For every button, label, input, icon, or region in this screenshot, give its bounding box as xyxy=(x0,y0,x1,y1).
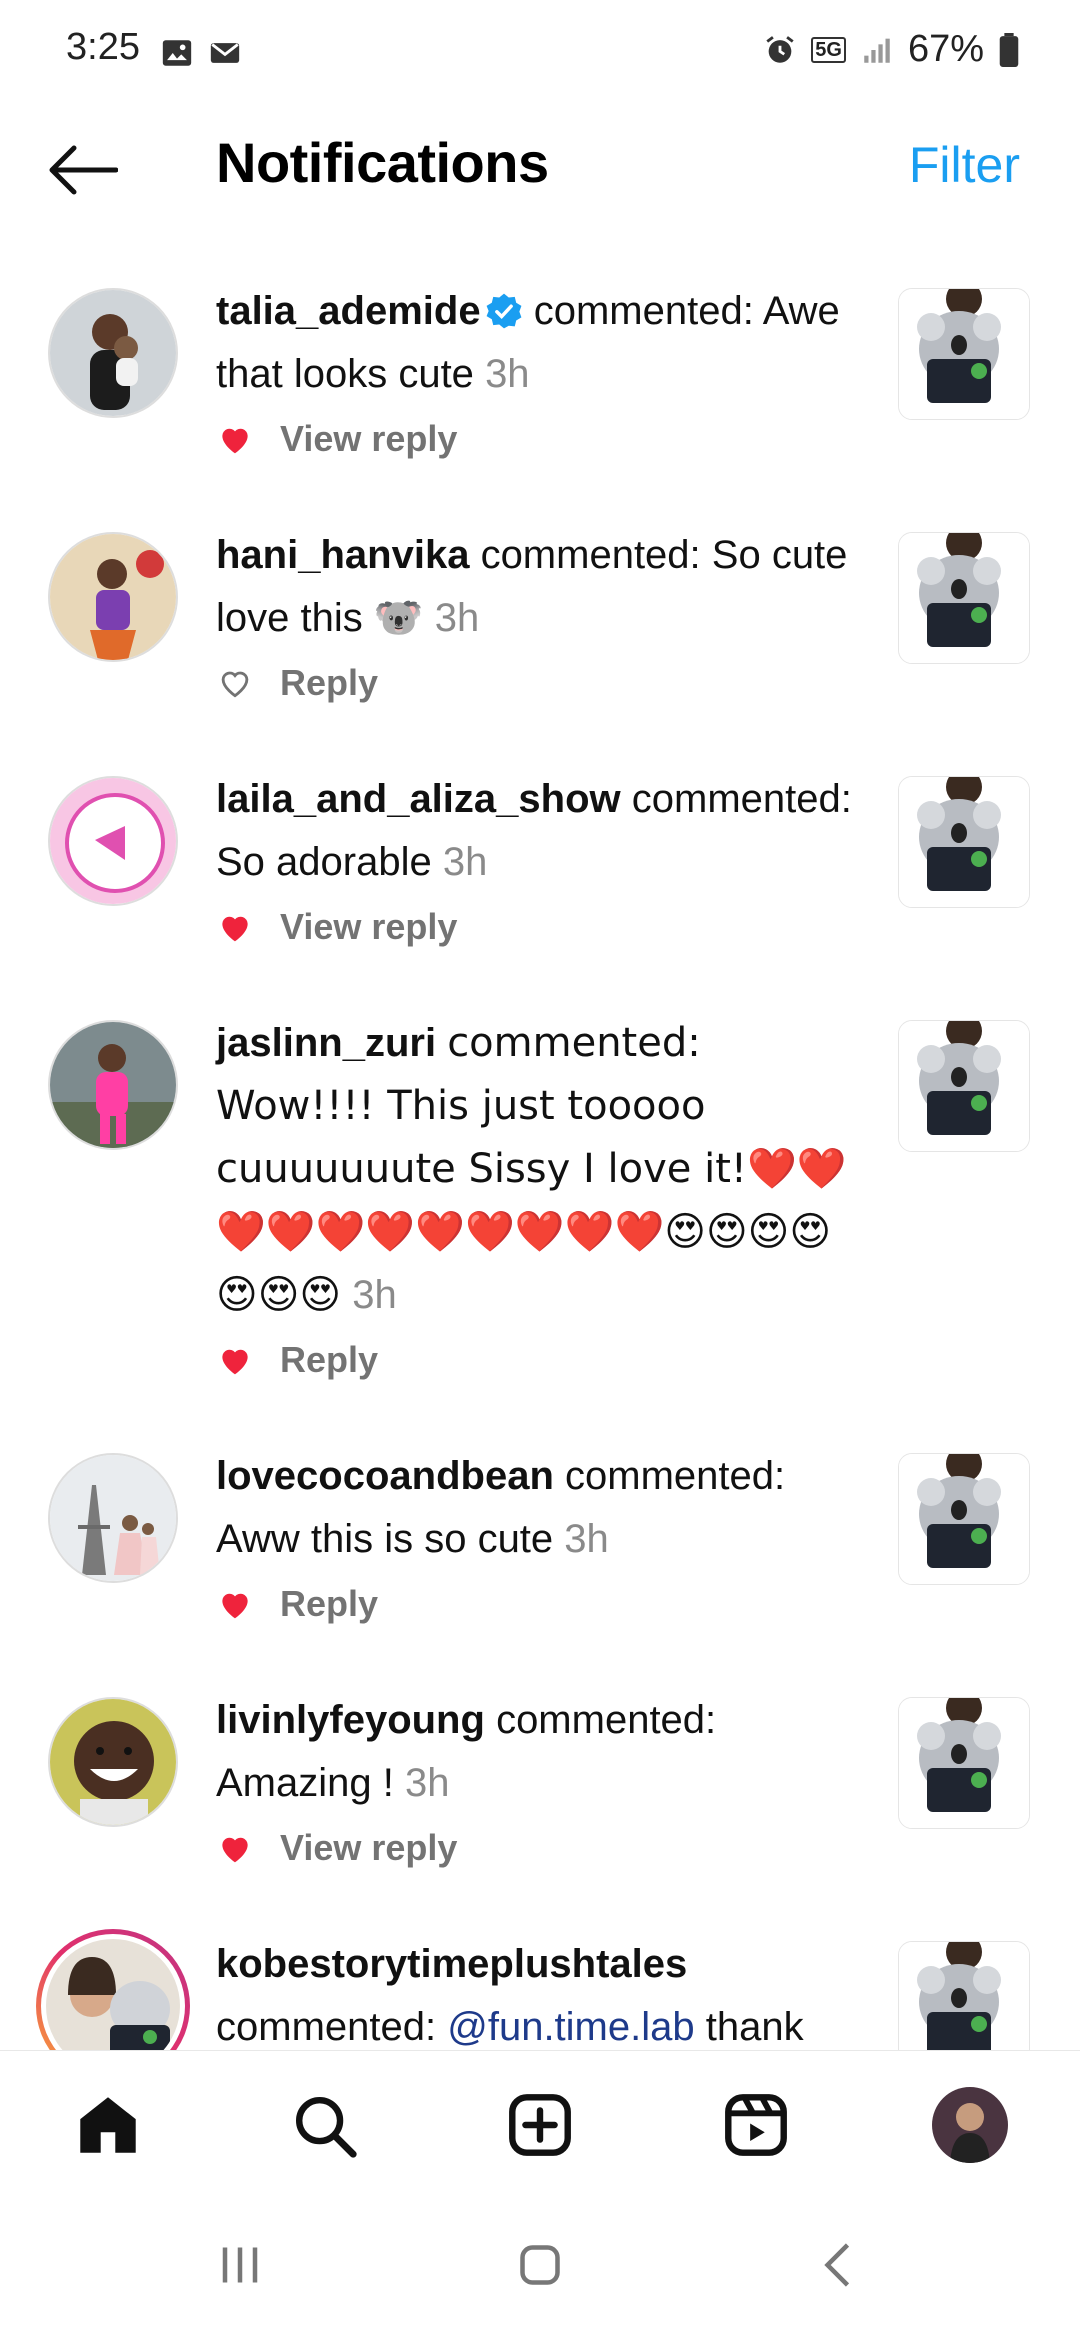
actions-row: View reply xyxy=(216,902,1080,952)
avatar[interactable] xyxy=(48,1020,178,1150)
notification-item[interactable]: jaslinn_zuri commented: Wow!!!! This jus… xyxy=(0,1012,1080,1385)
timestamp: 3h xyxy=(434,596,480,640)
username[interactable]: laila_and_aliza_show xyxy=(216,777,621,821)
filter-button[interactable]: Filter xyxy=(909,136,1020,194)
view-reply-link[interactable]: View reply xyxy=(280,906,457,948)
mention-link[interactable]: @fun.time.lab xyxy=(447,2005,694,2049)
home-circle-icon xyxy=(520,2245,560,2285)
heart-filled-icon[interactable] xyxy=(216,908,254,946)
avatar[interactable] xyxy=(48,776,178,906)
notification-text: laila_and_aliza_show commented: So adora… xyxy=(216,768,866,894)
notifications-list: talia_ademide commented: Awe that looks … xyxy=(0,280,1080,2050)
back-chevron-icon xyxy=(824,2243,850,2287)
bottom-nav xyxy=(0,2050,1080,2191)
heart-filled-icon[interactable] xyxy=(216,1585,254,1623)
heart-filled-icon[interactable] xyxy=(216,1341,254,1379)
username[interactable]: talia_ademide xyxy=(216,289,481,333)
search-icon xyxy=(296,2097,357,2158)
timestamp: 3h xyxy=(442,840,488,884)
notification-item[interactable]: laila_and_aliza_show commented: So adora… xyxy=(0,768,1080,952)
username[interactable]: livinlyfeyoung xyxy=(216,1698,485,1742)
timestamp: 3h xyxy=(404,1761,450,1805)
actions-row: Reply xyxy=(216,658,1080,708)
add-post-icon xyxy=(509,2094,571,2156)
heart-outline-icon[interactable] xyxy=(216,664,254,702)
notification-text: livinlyfeyoung commented: Amazing ! 3h xyxy=(216,1689,866,1815)
timestamp: 3h xyxy=(485,352,530,396)
nav-search[interactable] xyxy=(284,2085,364,2165)
actions-row: View reply xyxy=(216,1823,1080,1873)
post-thumbnail[interactable] xyxy=(898,1453,1030,1585)
battery-icon xyxy=(999,32,1019,67)
reply-link[interactable]: Reply xyxy=(280,1339,378,1381)
header: Notifications Filter xyxy=(0,110,1080,230)
notification-text: kobestorytimeplushtales commented: @fun.… xyxy=(216,1933,866,2050)
back-arrow-icon xyxy=(49,145,118,195)
actions-row: Reply xyxy=(216,1579,1080,1629)
username[interactable]: jaslinn_zuri xyxy=(216,1021,436,1065)
notification-text: hani_hanvika commented: So cute love thi… xyxy=(216,524,866,650)
notification-text: lovecocoandbean commented: Aww this is s… xyxy=(216,1445,866,1571)
status-right-icons: 5G 67% xyxy=(763,28,1020,71)
verified-badge-icon xyxy=(486,293,521,329)
post-thumbnail[interactable] xyxy=(898,1941,1030,2050)
status-bar: 3:25 5G 67% xyxy=(0,0,1080,110)
heart-filled-icon[interactable] xyxy=(216,1829,254,1867)
heart-filled-icon[interactable] xyxy=(216,420,254,458)
profile-avatar xyxy=(932,2087,1008,2163)
system-nav-bar xyxy=(0,2190,1080,2340)
page-title: Notifications xyxy=(216,131,549,194)
avatar[interactable] xyxy=(48,288,178,418)
username[interactable]: kobestorytimeplushtales xyxy=(216,1942,687,1986)
comment-text: commented: xyxy=(216,2005,437,2049)
username[interactable]: hani_hanvika xyxy=(216,533,469,577)
recent-apps-button[interactable] xyxy=(200,2230,280,2300)
reply-link[interactable]: Reply xyxy=(280,662,378,704)
back-button[interactable] xyxy=(42,130,122,210)
status-time: 3:25 xyxy=(66,26,140,68)
timestamp: 3h xyxy=(564,1517,609,1561)
timestamp: 3h xyxy=(352,1273,397,1317)
post-thumbnail[interactable] xyxy=(898,532,1030,664)
post-thumbnail[interactable] xyxy=(898,288,1030,420)
reels-icon xyxy=(725,2094,787,2156)
post-thumbnail[interactable] xyxy=(898,1020,1030,1152)
status-left-icons xyxy=(160,36,242,70)
nav-profile[interactable] xyxy=(930,2085,1010,2165)
post-thumbnail[interactable] xyxy=(898,1697,1030,1829)
notification-item[interactable]: talia_ademide commented: Awe that looks … xyxy=(0,280,1080,464)
notification-item[interactable]: kobestorytimeplushtales commented: @fun.… xyxy=(0,1933,1080,2050)
reply-link[interactable]: Reply xyxy=(280,1583,378,1625)
battery-percent: 67% xyxy=(907,28,984,70)
nav-reels[interactable] xyxy=(716,2085,796,2165)
username[interactable]: lovecocoandbean xyxy=(216,1454,554,1498)
alarm-icon xyxy=(766,35,794,63)
avatar[interactable] xyxy=(48,1697,178,1827)
image-icon xyxy=(162,40,192,66)
signal-icon xyxy=(864,38,890,63)
story-avatar[interactable] xyxy=(36,1929,190,2050)
view-reply-link[interactable]: View reply xyxy=(280,1827,457,1869)
home-system-button[interactable] xyxy=(500,2230,580,2300)
view-reply-link[interactable]: View reply xyxy=(280,418,457,460)
nav-home[interactable] xyxy=(68,2085,148,2165)
notification-item[interactable]: livinlyfeyoung commented: Amazing ! 3h V… xyxy=(0,1689,1080,1873)
avatar[interactable] xyxy=(48,1453,178,1583)
actions-row: View reply xyxy=(216,414,1080,464)
notification-text: talia_ademide commented: Awe that looks … xyxy=(216,280,866,406)
recent-apps-icon xyxy=(222,2247,258,2283)
avatar[interactable] xyxy=(48,532,178,662)
home-icon xyxy=(80,2097,136,2153)
mail-icon xyxy=(210,43,240,63)
back-system-button[interactable] xyxy=(800,2230,880,2300)
notification-item[interactable]: lovecocoandbean commented: Aww this is s… xyxy=(0,1445,1080,1629)
notification-text: jaslinn_zuri commented: Wow!!!! This jus… xyxy=(216,1012,866,1327)
5g-icon: 5G xyxy=(811,36,846,63)
notification-item[interactable]: hani_hanvika commented: So cute love thi… xyxy=(0,524,1080,708)
nav-create[interactable] xyxy=(500,2085,580,2165)
post-thumbnail[interactable] xyxy=(898,776,1030,908)
actions-row: Reply xyxy=(216,1335,1080,1385)
